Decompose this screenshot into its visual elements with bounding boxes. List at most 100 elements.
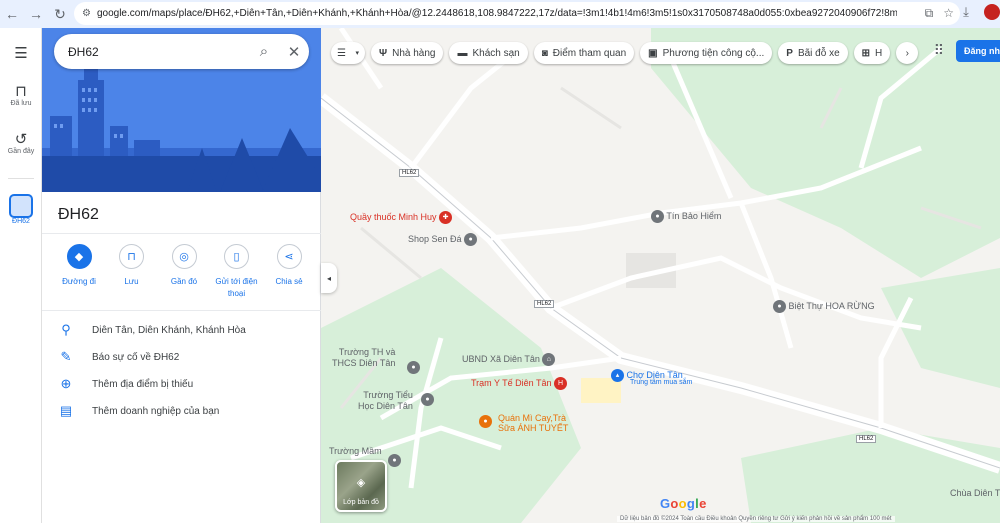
place-panel: ĐH62 ⌕ ✕ ĐH62 ◆ Đường đi ⊓ Lưu ◎ Gần đó … (42, 28, 321, 523)
report-issue-text: Báo sự cố về ĐH62 (92, 351, 180, 363)
poi-shop[interactable]: Shop Sen Đá ● (408, 233, 478, 246)
address-bar[interactable]: ⚙ google.com/maps/place/ĐH62,+Diên+Tân,+… (74, 2, 960, 25)
bookmark-star-icon[interactable]: ☆ (943, 6, 954, 21)
chips-next-button[interactable]: › (896, 42, 919, 64)
chevron-left-icon: ◂ (326, 273, 331, 283)
search-icon[interactable]: ⌕ (249, 43, 279, 60)
shopping-icon: ▴ (611, 369, 624, 382)
poi-name: Quán Mì Cay,Trà (498, 413, 567, 423)
url-text: google.com/maps/place/ĐH62,+Diên+Tân,+Di… (96, 8, 897, 19)
layers-icon: ☰ (337, 47, 346, 59)
school-icon: ● (421, 393, 434, 406)
divider (42, 310, 321, 311)
chip-label: Điểm tham quan (552, 47, 627, 59)
profile-avatar[interactable] (984, 4, 1000, 20)
divider (42, 233, 321, 234)
google-logo: Google (660, 496, 707, 511)
poi-pagoda[interactable]: Chùa Diên T (950, 488, 1000, 498)
collapse-panel-button[interactable]: ◂ (321, 263, 337, 293)
search-input[interactable]: ĐH62 (68, 45, 249, 59)
share-button[interactable]: ⋖ Chia sẻ (264, 244, 314, 300)
poi-insurance[interactable]: ● Tín Bảo Hiểm (651, 210, 721, 223)
poi-villa[interactable]: ● Biệt Thự HOA RỪNG (773, 300, 875, 313)
chip-hotels[interactable]: ▬ Khách sạn (449, 42, 528, 64)
add-missing-place-row[interactable]: ⊕ Thêm địa điểm bị thiếu (58, 376, 194, 392)
search-box[interactable]: ĐH62 ⌕ ✕ (54, 34, 309, 69)
nearby-button[interactable]: ◎ Gần đó (159, 244, 209, 300)
place-title: ĐH62 (58, 206, 99, 223)
chip-pharmacy[interactable]: ⊞ H (853, 42, 891, 64)
road-shield: HL62 (399, 169, 420, 177)
report-issue-row[interactable]: ✎ Báo sự cố về ĐH62 (58, 349, 180, 365)
bookmark-icon: ⊓ (15, 83, 27, 100)
browser-toolbar: ← → ↻ ⚙ google.com/maps/place/ĐH62,+Diên… (0, 0, 1000, 28)
road-shield: HL62 (856, 435, 877, 443)
poi-pharmacy[interactable]: Quầy thuốc Minh Huy ✚ (350, 211, 453, 224)
save-label: Lưu (124, 277, 139, 286)
layers-label: Lớp bản đồ (343, 499, 379, 506)
chip-parking[interactable]: P Bãi đỗ xe (778, 42, 848, 64)
add-business-icon: ▤ (59, 403, 73, 418)
menu-button[interactable]: ☰ (0, 44, 42, 62)
poi-noodle-shop[interactable]: ● Quán Mì Cay,Trà Sữa ÁNH TUYẾT (479, 413, 568, 433)
poi-kindergarten[interactable]: Trường Mầm (329, 446, 382, 456)
map-canvas[interactable]: ☰ ▾ Ψ Nhà hàng ▬ Khách sạn ◙ Điểm tham quan … (321, 28, 1000, 523)
poi-primary-school[interactable]: Trường Tiểu Học Diên Tân (358, 390, 413, 412)
layer-select-chip[interactable]: ☰ ▾ (331, 42, 365, 64)
send-to-phone-button[interactable]: ▯ Gửi tới điện thoại (212, 244, 262, 300)
chip-label: Bãi đỗ xe (797, 47, 840, 59)
directions-icon: ◆ (66, 244, 92, 269)
poi-health-station[interactable]: Trạm Y Tế Diên Tân H (471, 377, 568, 390)
chip-attractions[interactable]: ◙ Điểm tham quan (533, 42, 635, 64)
map-roads (321, 28, 1000, 523)
send-to-phone-label: Gửi tới điện thoại (215, 277, 258, 298)
forward-icon[interactable]: → (24, 2, 48, 26)
address-row[interactable]: ⚲ Diên Tân, Diên Khánh, Khánh Hòa (58, 322, 246, 338)
directions-button[interactable]: ◆ Đường đi (54, 244, 104, 300)
recent-button[interactable]: ↺ Gần đây (0, 130, 42, 155)
poi-school-th-thcs[interactable]: Trường TH và THCS Diên Tân (332, 347, 395, 369)
layers-toggle[interactable]: ◈ Lớp bản đồ (335, 460, 387, 512)
back-icon[interactable]: ← (0, 2, 24, 26)
apps-grid-icon[interactable]: ⠿ (934, 42, 944, 59)
poi-name: Trạm Y Tế Diên Tân (471, 377, 552, 388)
left-rail: ☰ ⊓ Đã lưu ↺ Gần đây ĐH62 (0, 28, 42, 523)
pharmacy-icon: ✚ (439, 211, 453, 224)
poi-name: Quầy thuốc Minh Huy (350, 211, 437, 222)
poi-market[interactable]: ▴ Chợ Diên Tân Trung tâm mua sắm (611, 369, 692, 386)
nearby-icon: ◎ (171, 244, 197, 269)
hotel-icon: ▬ (457, 47, 468, 59)
transit-icon: ▣ (648, 47, 658, 59)
current-place-button[interactable]: ĐH62 (0, 194, 42, 225)
saved-button[interactable]: ⊓ Đã lưu (0, 82, 42, 107)
install-icon[interactable]: ⧉ (925, 6, 934, 21)
reload-icon[interactable]: ↻ (48, 2, 72, 26)
add-business-row[interactable]: ▤ Thêm doanh nghiệp của bạn (58, 403, 219, 419)
nearby-label: Gần đó (170, 277, 198, 286)
poi-peoples-committee[interactable]: UBND Xã Diên Tân ⌂ (462, 353, 556, 366)
category-chips: ☰ ▾ Ψ Nhà hàng ▬ Khách sạn ◙ Điểm tham quan … (331, 42, 919, 64)
menu-icon: ☰ (14, 45, 28, 62)
poi-name-line2: Sữa ÁNH TUYẾT (498, 423, 569, 433)
poi-subtitle: Trung tâm mua sắm (630, 379, 693, 386)
download-icon[interactable]: ⤓ (956, 2, 976, 22)
lodging-icon: ● (773, 300, 786, 313)
chip-label: H (875, 47, 883, 59)
rail-divider (8, 178, 34, 179)
sign-in-button[interactable]: Đăng nhập (956, 40, 1000, 62)
location-pin-icon: ⚲ (61, 322, 71, 337)
chip-transit[interactable]: ▣ Phương tiện công cộ... (640, 42, 773, 64)
bookmark-icon: ⊓ (119, 244, 144, 269)
close-icon[interactable]: ✕ (279, 43, 309, 61)
save-button[interactable]: ⊓ Lưu (107, 244, 157, 300)
recent-label: Gần đây (7, 148, 35, 155)
current-label: ĐH62 (12, 218, 30, 225)
chip-restaurants[interactable]: Ψ Nhà hàng (371, 42, 444, 64)
saved-label: Đã lưu (10, 100, 32, 107)
place-thumbnail (9, 194, 33, 218)
site-settings-icon[interactable]: ⚙ (82, 8, 91, 19)
business-icon: ● (651, 210, 664, 223)
edit-pencil-icon: ✎ (60, 349, 72, 364)
poi-name-line2: Học Diên Tân (358, 401, 413, 411)
layers-icon: ◈ (356, 477, 366, 489)
